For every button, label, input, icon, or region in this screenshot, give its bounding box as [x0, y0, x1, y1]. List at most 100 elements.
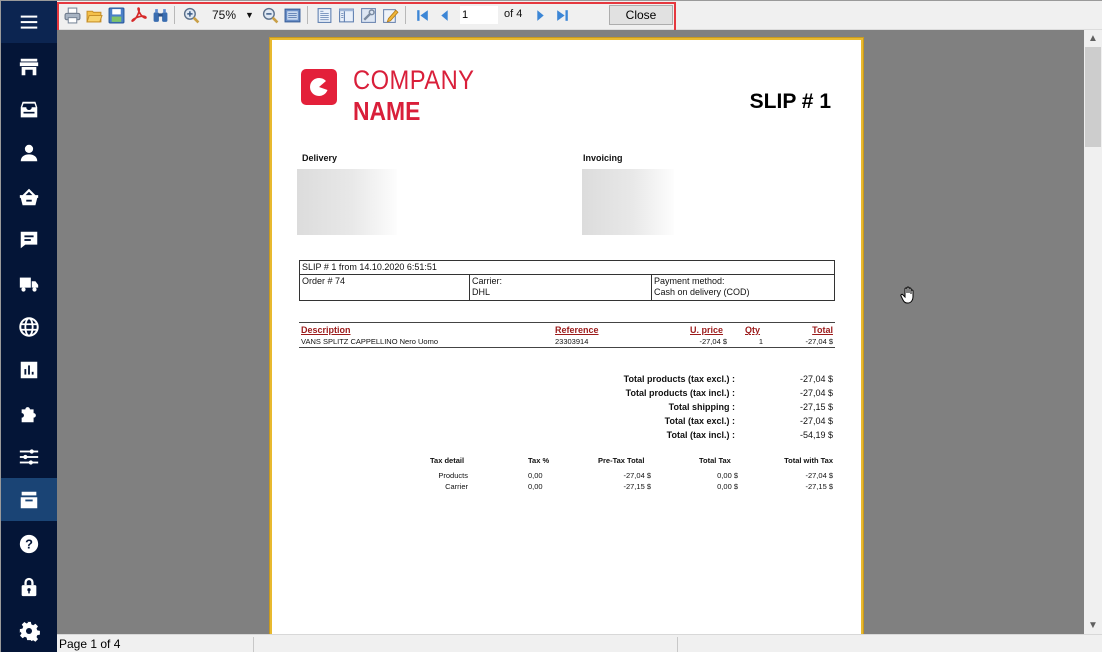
last-page-button[interactable]: [553, 6, 571, 24]
chevron-down-icon: ▼: [1088, 620, 1098, 631]
inbox-tray-icon: [20, 491, 38, 508]
total-value: -27,04 $: [799, 388, 833, 398]
table-row: Carrier 0,00 -27,15 $ 0,00 $ -27,15 $: [372, 482, 835, 493]
total-value: -54,19 $: [799, 430, 833, 440]
scroll-down-button[interactable]: ▼: [1084, 617, 1102, 634]
truck-icon: [19, 277, 39, 292]
sidebar-item-inbox[interactable]: [1, 88, 57, 131]
sidebar-item-customers[interactable]: [1, 131, 57, 174]
payment-value: Cash on delivery (COD): [654, 287, 750, 297]
page-number-input[interactable]: [460, 6, 498, 24]
sidebar-item-store[interactable]: [1, 45, 57, 88]
item-reference: 23303914: [555, 337, 589, 346]
item-unit-price: -27,04 $: [699, 337, 727, 346]
col-unit-price: U. price: [690, 325, 724, 335]
tax-amount: 0,00 $: [717, 471, 738, 480]
document-viewport[interactable]: COMPANY NAME SLIP # 1 Delivery Invoicing…: [57, 30, 1084, 634]
sidebar-item-basket[interactable]: [1, 175, 57, 218]
zoom-in-button[interactable]: [182, 6, 200, 24]
vertical-scrollbar[interactable]: ▲ ▼: [1084, 30, 1102, 634]
two-page-icon: [338, 8, 354, 22]
tax-col-detail: Tax detail: [430, 456, 465, 465]
page-view-button[interactable]: [283, 6, 301, 24]
sidebar-item-international[interactable]: [1, 305, 57, 348]
single-page-button[interactable]: [315, 6, 333, 24]
item-qty: 1: [758, 337, 763, 346]
sidebar-menu-toggle[interactable]: [1, 1, 57, 43]
export-pdf-button[interactable]: [129, 6, 147, 24]
sidebar-item-help[interactable]: ?: [1, 522, 57, 565]
totals-row: Total (tax incl.) : -54,19 $: [572, 430, 835, 444]
find-icon: [153, 8, 167, 22]
puzzle-icon: [21, 406, 36, 422]
company-logo: [301, 69, 337, 105]
items-table: Description Reference U. price Qty Total…: [299, 322, 835, 348]
totals-row: Total products (tax incl.) : -27,04 $: [572, 388, 835, 402]
sidebar-item-shipping[interactable]: [1, 262, 57, 305]
total-label: Total shipping :: [668, 402, 735, 412]
save-icon: [108, 7, 124, 23]
edit-icon: [382, 8, 399, 23]
two-page-button[interactable]: [337, 6, 355, 24]
previous-page-icon: [440, 9, 448, 21]
delivery-address-redacted: [297, 169, 397, 235]
close-button[interactable]: Close: [609, 5, 673, 25]
svg-text:?: ?: [25, 536, 33, 551]
report-viewer-app: ? 75% ▼ 1 of 4 Close COMPANY NAME SLIP #…: [0, 0, 1102, 652]
sidebar-item-modules[interactable]: [1, 392, 57, 435]
carrier-value: DHL: [472, 287, 491, 297]
tax-with-tax: -27,15 $: [805, 482, 833, 491]
zoom-out-button[interactable]: [261, 6, 279, 24]
table-row: Products 0,00 -27,04 $ 0,00 $ -27,04 $: [372, 471, 835, 482]
tax-col-with-tax: Total with Tax: [784, 456, 833, 465]
toolbar-separator: [307, 6, 308, 24]
item-description: VANS SPLITZ CAPPELLINO Nero Uomo: [301, 337, 438, 346]
previous-page-button[interactable]: [435, 6, 453, 24]
status-separator: [253, 637, 254, 652]
open-button[interactable]: [85, 6, 103, 24]
properties-button[interactable]: [359, 6, 377, 24]
tax-col-rate: Tax %: [528, 456, 550, 465]
hamburger-icon: [20, 15, 38, 29]
next-page-icon: [536, 9, 544, 21]
basket-icon: [19, 188, 39, 205]
edit-button[interactable]: [381, 6, 399, 24]
pdf-export-icon: [130, 6, 147, 22]
tax-amount: 0,00 $: [717, 482, 738, 491]
print-button[interactable]: [63, 6, 81, 24]
properties-icon: [360, 7, 376, 23]
print-icon: [64, 7, 80, 23]
invoicing-address-redacted: [582, 169, 674, 235]
sidebar-item-security[interactable]: [1, 565, 57, 608]
save-button[interactable]: [107, 6, 125, 24]
logo-icon: [310, 77, 328, 96]
sidebar-item-settings[interactable]: [1, 609, 57, 652]
scroll-up-button[interactable]: ▲: [1084, 30, 1102, 47]
sidebar-item-stats[interactable]: [1, 348, 57, 391]
sidebar-item-messages[interactable]: [1, 218, 57, 261]
first-page-icon: [416, 9, 428, 21]
document-page: COMPANY NAME SLIP # 1 Delivery Invoicing…: [269, 37, 864, 634]
chevron-up-icon: ▲: [1088, 33, 1098, 44]
zoom-level-select[interactable]: 75% ▼: [207, 6, 261, 24]
scrollbar-thumb[interactable]: [1085, 47, 1101, 147]
zoom-level-value: 75%: [212, 8, 237, 22]
company-name-line1: COMPANY: [353, 65, 475, 95]
next-page-button[interactable]: [531, 6, 549, 24]
sidebar-item-preferences[interactable]: [1, 435, 57, 478]
tax-detail-table: Tax detail Tax % Pre-Tax Total Total Tax…: [372, 456, 835, 493]
page-status: Page 1 of 4: [59, 637, 121, 651]
find-button[interactable]: [151, 6, 169, 24]
slip-info-header: SLIP # 1 from 14.10.2020 6:51:51: [299, 260, 835, 275]
user-icon: [20, 144, 38, 161]
message-icon: [20, 231, 38, 248]
sidebar-item-orders-archive[interactable]: [1, 478, 57, 521]
tax-with-tax: -27,04 $: [805, 471, 833, 480]
order-number: Order # 74: [299, 274, 470, 301]
totals-row: Total shipping : -27,15 $: [572, 402, 835, 416]
first-page-button[interactable]: [413, 6, 431, 24]
table-row: VANS SPLITZ CAPPELLINO Nero Uomo 2330391…: [299, 336, 835, 348]
lock-icon: [21, 577, 37, 596]
item-total: -27,04 $: [805, 337, 833, 346]
toolbar-separator: [405, 6, 406, 24]
